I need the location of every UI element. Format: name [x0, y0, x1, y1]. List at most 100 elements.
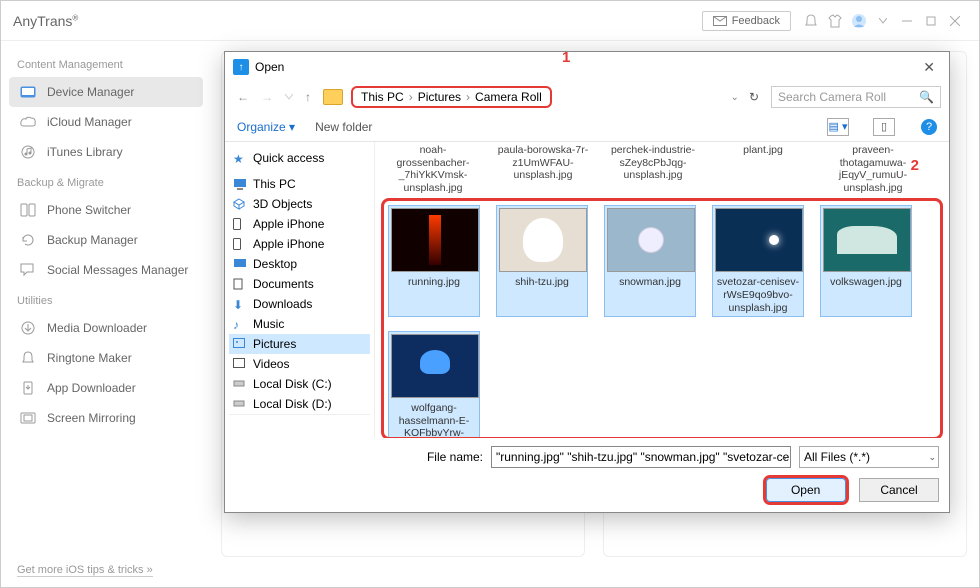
help-icon[interactable]: ? [921, 119, 937, 135]
tree-music[interactable]: ♪Music [229, 314, 370, 334]
tree-3d-objects[interactable]: 3D Objects [229, 194, 370, 214]
bell-icon[interactable] [802, 12, 820, 30]
tree-downloads[interactable]: ⬇Downloads [229, 294, 370, 314]
cancel-button[interactable]: Cancel [859, 478, 939, 502]
nav-forward-button[interactable]: → [257, 90, 277, 104]
maximize-icon[interactable] [922, 12, 940, 30]
music-icon: ♪ [233, 318, 247, 330]
tree-desktop[interactable]: Desktop [229, 254, 370, 274]
sidebar-item-icloud[interactable]: iCloud Manager [9, 107, 203, 137]
video-icon [233, 358, 247, 370]
nav-up-button[interactable]: ↑ [301, 90, 315, 104]
sidebar-item-ringtone[interactable]: Ringtone Maker [9, 343, 203, 373]
dialog-toolbar: Organize ▾ New folder ▤ ▾ ▯ ? [225, 112, 949, 142]
search-input[interactable]: Search Camera Roll🔍 [771, 86, 941, 108]
file-label[interactable]: plant.jpg [717, 144, 809, 194]
file-item[interactable]: shih-tzu.jpg [496, 205, 588, 317]
view-mode-button[interactable]: ▤ ▾ [827, 118, 849, 136]
phone-icon [233, 218, 247, 230]
file-item[interactable]: snowman.jpg [604, 205, 696, 317]
desktop-icon [233, 258, 247, 270]
feedback-label: Feedback [732, 15, 780, 27]
sidebar: Content Management Device Manager iCloud… [1, 41, 211, 587]
file-list: noah-grossenbacher-_7hiYkKVmsk-unsplash.… [375, 142, 949, 438]
tree-pictures[interactable]: Pictures [229, 334, 370, 354]
sidebar-item-social-messages[interactable]: Social Messages Manager [9, 255, 203, 285]
sidebar-item-app-downloader[interactable]: App Downloader [9, 373, 203, 403]
thumbnail [391, 334, 479, 398]
organize-menu[interactable]: Organize ▾ [237, 120, 295, 134]
thumbnail [607, 208, 695, 272]
file-item[interactable]: volkswagen.jpg [820, 205, 912, 317]
cube-icon [233, 198, 247, 210]
tree-documents[interactable]: Documents [229, 274, 370, 294]
breadcrumb[interactable]: This PC› Pictures› Camera Roll [351, 86, 552, 108]
music-note-icon [19, 145, 37, 159]
sidebar-heading-utilities: Utilities [9, 285, 203, 313]
minimize-icon[interactable] [898, 12, 916, 30]
titlebar: AnyTrans® Feedback [1, 1, 979, 41]
file-item[interactable]: running.jpg [388, 205, 480, 317]
tree-disk-c[interactable]: Local Disk (C:) [229, 374, 370, 394]
nav-back-button[interactable]: ← [233, 90, 253, 104]
envelope-icon [713, 16, 727, 26]
preview-pane-button[interactable]: ▯ [873, 118, 895, 136]
close-icon[interactable] [946, 12, 964, 30]
file-row-above: noah-grossenbacher-_7hiYkKVmsk-unsplash.… [381, 144, 943, 198]
filename-input[interactable]: "running.jpg" "shih-tzu.jpg" "snowman.jp… [491, 446, 791, 468]
disk-icon [233, 378, 247, 390]
shirt-icon[interactable] [826, 12, 844, 30]
sidebar-item-itunes[interactable]: iTunes Library [9, 137, 203, 167]
sidebar-item-screen-mirroring[interactable]: Screen Mirroring [9, 403, 203, 433]
file-label[interactable]: paula-borowska-7r-z1UmWFAU-unsplash.jpg [497, 144, 589, 194]
chevron-down-icon[interactable]: ⌄ [780, 452, 788, 463]
tree-quick-access[interactable]: ★Quick access [229, 148, 370, 168]
sidebar-item-media-downloader[interactable]: Media Downloader [9, 313, 203, 343]
open-button[interactable]: Open [766, 478, 846, 502]
folder-tree: ★Quick access This PC 3D Objects Apple i… [225, 142, 375, 438]
sidebar-item-backup-manager[interactable]: Backup Manager [9, 225, 203, 255]
mirror-icon [19, 411, 37, 425]
dialog-close-button[interactable]: ✕ [917, 59, 941, 76]
address-bar: ← → ↑ This PC› Pictures› Camera Roll ⌄ ↻… [225, 82, 949, 112]
file-filter-select[interactable]: All Files (*.*)⌄ [799, 446, 939, 468]
sidebar-heading-content: Content Management [9, 49, 203, 77]
tree-videos[interactable]: Videos [229, 354, 370, 374]
cloud-icon [19, 115, 37, 129]
download-icon: ⬇ [233, 298, 247, 310]
thumbnail [499, 208, 587, 272]
tree-disk-d[interactable]: Local Disk (D:) [229, 394, 370, 415]
thumbnail [715, 208, 803, 272]
chat-icon [19, 263, 37, 277]
open-file-dialog: 1 2 3 ↑ Open ✕ ← → ↑ This PC› Pictures› … [224, 51, 950, 513]
file-item[interactable]: svetozar-cenisev-rWsE9qo9bvo-unsplash.jp… [712, 205, 804, 317]
thumbnail [823, 208, 911, 272]
sidebar-item-device-manager[interactable]: Device Manager [9, 77, 203, 107]
pc-icon [233, 178, 247, 190]
address-dropdown-icon[interactable]: ⌄ [731, 92, 739, 103]
tree-iphone-1[interactable]: Apple iPhone [229, 214, 370, 234]
file-label[interactable]: perchek-industrie-sZey8cPbJqg-unsplash.j… [607, 144, 699, 194]
thumbnail [391, 208, 479, 272]
file-label[interactable]: praveen-thotagamuwa-jEqyV_rumuU-unsplash… [827, 144, 919, 194]
tips-link[interactable]: Get more iOS tips & tricks » [17, 564, 153, 577]
file-label[interactable]: noah-grossenbacher-_7hiYkKVmsk-unsplash.… [387, 144, 479, 194]
doc-icon [233, 278, 247, 290]
download-icon [19, 321, 37, 335]
user-avatar-icon[interactable] [850, 12, 868, 30]
sidebar-heading-backup: Backup & Migrate [9, 167, 203, 195]
dialog-app-icon: ↑ [233, 59, 249, 75]
chevron-down-icon[interactable] [874, 12, 892, 30]
new-folder-button[interactable]: New folder [315, 120, 372, 134]
feedback-button[interactable]: Feedback [702, 11, 791, 31]
refresh-icon [19, 233, 37, 247]
filename-label: File name: [427, 450, 483, 464]
file-item[interactable]: wolfgang-hasselmann-E-KOFbbvYrw-unsplash… [388, 331, 480, 438]
search-icon: 🔍 [919, 90, 934, 104]
sidebar-item-phone-switcher[interactable]: Phone Switcher [9, 195, 203, 225]
tree-iphone-2[interactable]: Apple iPhone [229, 234, 370, 254]
refresh-button[interactable]: ↻ [749, 90, 759, 104]
tree-this-pc[interactable]: This PC [229, 174, 370, 194]
chevron-down-icon[interactable]: ⌄ [928, 452, 936, 463]
nav-recent-button[interactable] [281, 94, 297, 100]
